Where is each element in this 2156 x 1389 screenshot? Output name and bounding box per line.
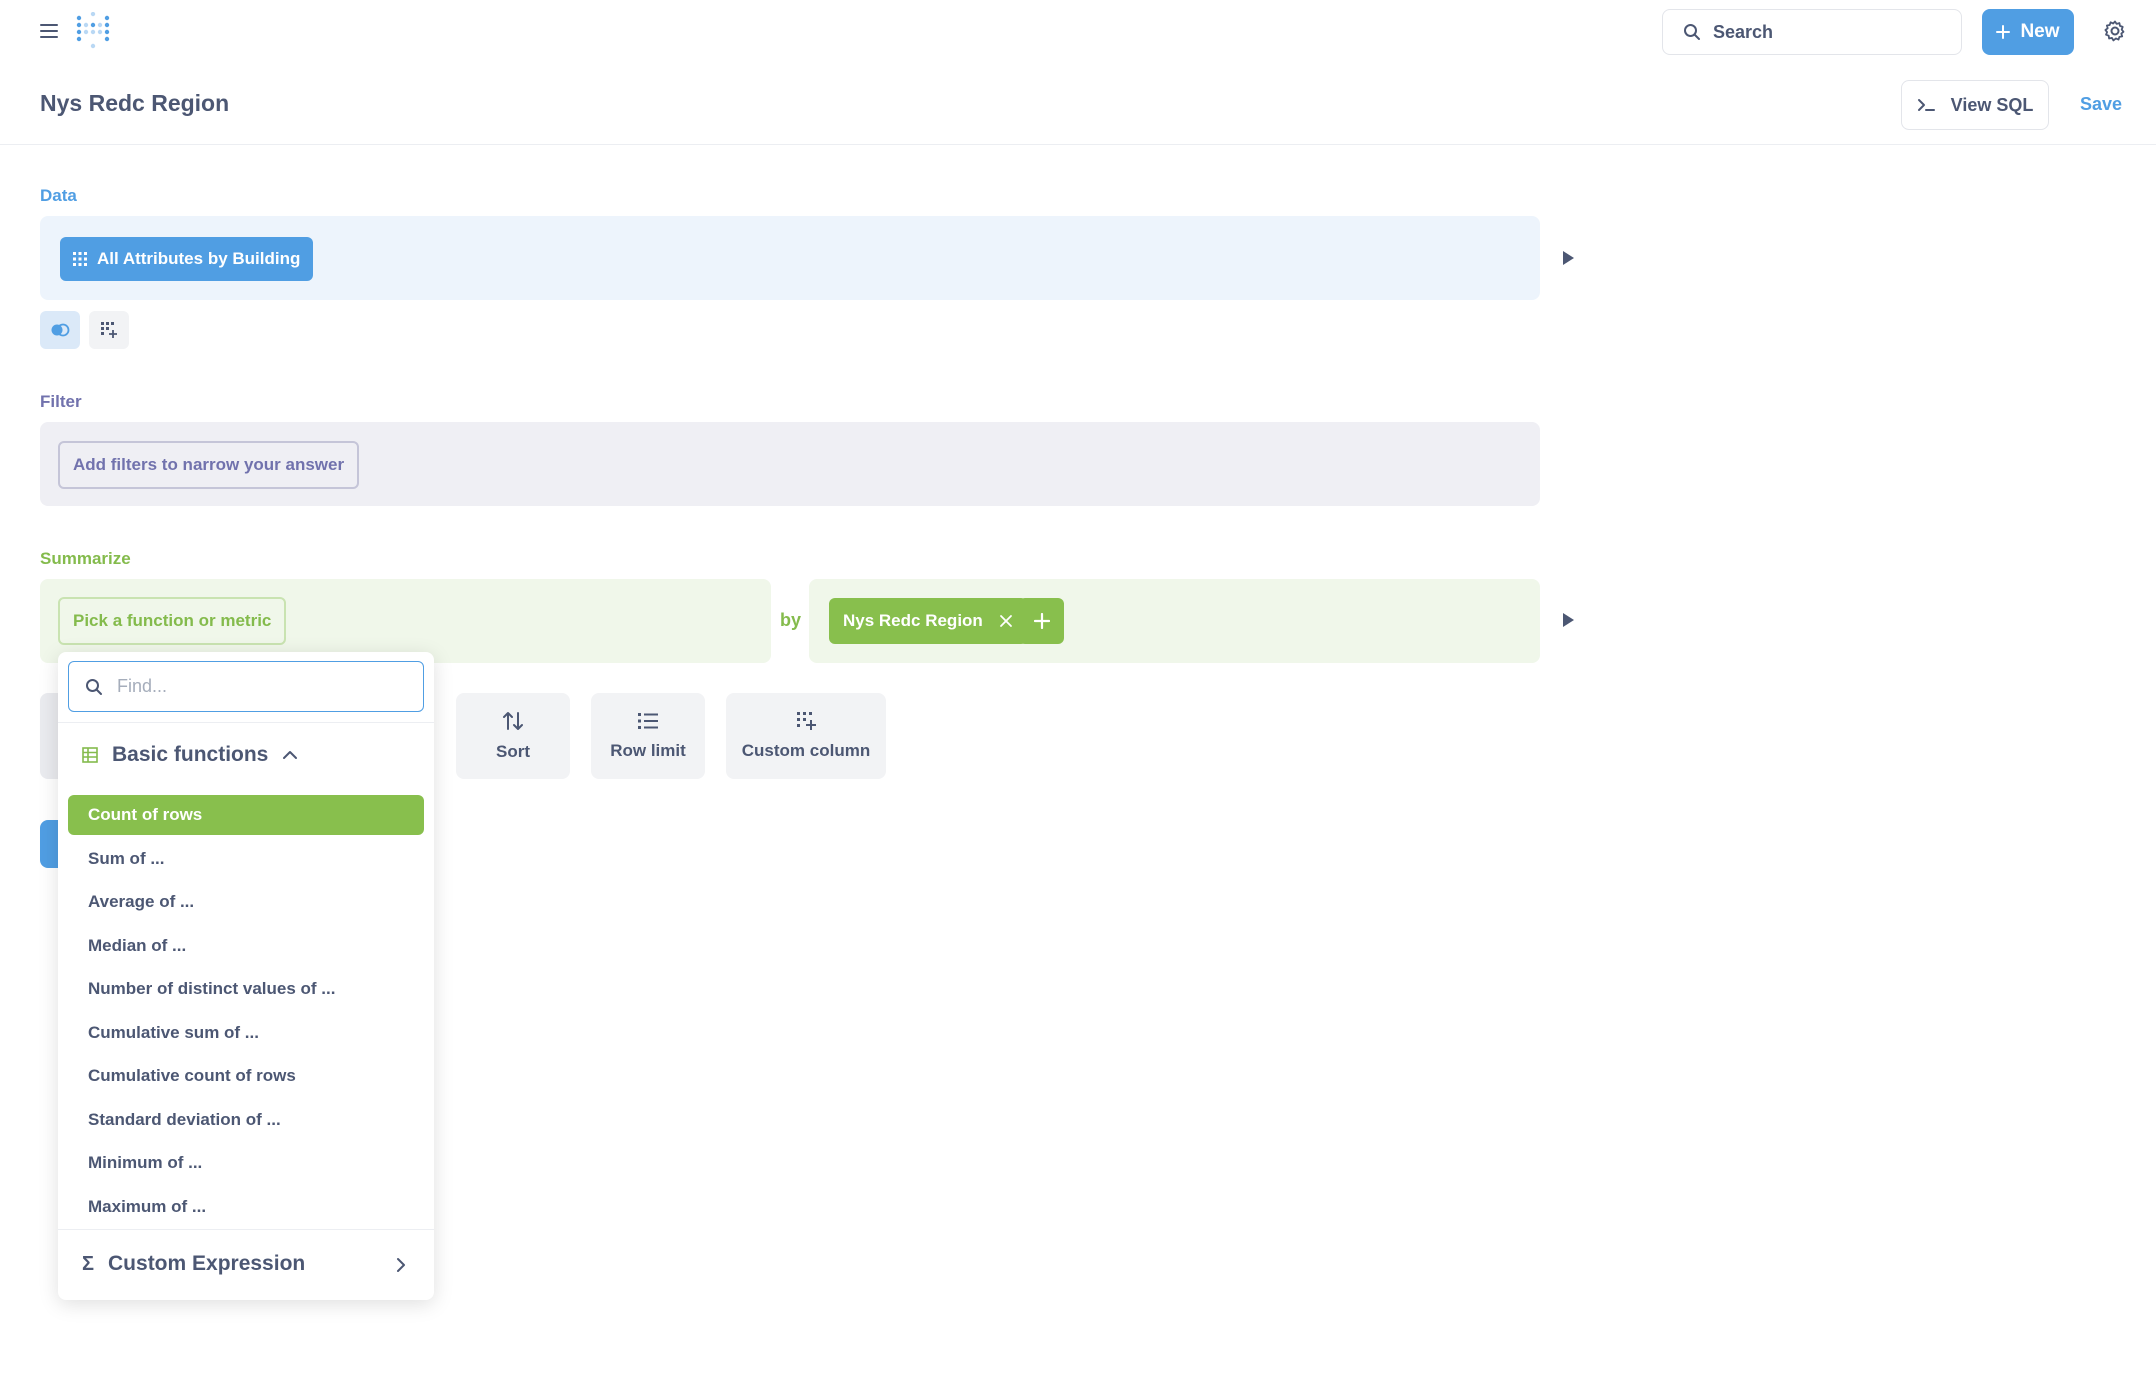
terminal-icon bbox=[1917, 99, 1935, 111]
search-bar[interactable]: Search bbox=[1662, 9, 1962, 55]
sigma-icon: Σ bbox=[82, 1252, 95, 1275]
find-placeholder: Find... bbox=[117, 676, 168, 696]
row-limit-button[interactable]: Row limit bbox=[591, 693, 705, 779]
function-item-median[interactable]: Median of ... bbox=[68, 926, 424, 966]
basic-functions-label: Basic functions bbox=[112, 743, 269, 766]
function-item-distinct[interactable]: Number of distinct values of ... bbox=[68, 969, 424, 1009]
hidden-step-button[interactable] bbox=[40, 693, 60, 779]
view-sql-label: View SQL bbox=[1950, 94, 2034, 115]
data-source-label: All Attributes by Building bbox=[97, 249, 301, 268]
save-button[interactable]: Save bbox=[2080, 94, 2122, 115]
table-icon bbox=[82, 747, 98, 763]
custom-column-label: Custom column bbox=[741, 741, 871, 760]
menu-icon[interactable] bbox=[40, 22, 58, 40]
add-column-icon bbox=[101, 322, 117, 338]
custom-column-small-button[interactable] bbox=[89, 311, 129, 349]
function-item-cumulative-sum[interactable]: Cumulative sum of ... bbox=[68, 1013, 424, 1053]
function-item-standard-deviation[interactable]: Standard deviation of ... bbox=[68, 1100, 424, 1140]
filter-section-label: Filter bbox=[40, 392, 82, 411]
logo-icon[interactable] bbox=[74, 12, 112, 50]
function-item-average[interactable]: Average of ... bbox=[68, 882, 424, 922]
popover-divider bbox=[58, 722, 434, 723]
popover-divider bbox=[58, 1229, 434, 1230]
add-filter-button[interactable]: Add filters to narrow your answer bbox=[58, 441, 360, 489]
preview-data-icon[interactable] bbox=[1563, 251, 1574, 265]
new-button-label: New bbox=[2020, 21, 2060, 42]
page-title: Nys Redc Region bbox=[40, 90, 230, 116]
join-icon bbox=[51, 323, 70, 337]
chevron-up-icon bbox=[283, 751, 298, 759]
header-divider bbox=[0, 144, 2156, 145]
plus-icon bbox=[1996, 25, 2011, 39]
gear-icon[interactable] bbox=[2103, 19, 2127, 43]
search-icon bbox=[86, 678, 102, 695]
grid-icon bbox=[73, 252, 87, 266]
data-source-pill[interactable]: All Attributes by Building bbox=[60, 237, 314, 281]
visualize-button[interactable] bbox=[40, 820, 60, 868]
function-item-count-of-rows[interactable]: Count of rows bbox=[68, 795, 424, 835]
add-column-icon bbox=[797, 712, 816, 730]
function-item-cumulative-count[interactable]: Cumulative count of rows bbox=[68, 1056, 424, 1096]
close-icon[interactable] bbox=[999, 614, 1013, 628]
add-breakout-button[interactable] bbox=[1019, 598, 1064, 644]
find-input[interactable]: Find... bbox=[68, 661, 424, 712]
row-limit-label: Row limit bbox=[610, 741, 686, 760]
chevron-right-icon[interactable] bbox=[396, 1257, 406, 1273]
data-section-label: Data bbox=[40, 186, 77, 205]
plus-icon bbox=[1033, 613, 1050, 629]
custom-expression-item[interactable]: Σ Custom Expression bbox=[82, 1252, 305, 1276]
join-button[interactable] bbox=[40, 311, 80, 349]
breakout-label: Nys Redc Region bbox=[843, 611, 983, 630]
custom-column-button[interactable]: Custom column bbox=[726, 693, 886, 779]
function-item-sum[interactable]: Sum of ... bbox=[68, 839, 424, 879]
list-icon bbox=[638, 713, 658, 729]
search-label: Search bbox=[1713, 21, 1774, 42]
summarize-section-label: Summarize bbox=[40, 549, 131, 568]
breakout-pill[interactable]: Nys Redc Region bbox=[829, 598, 1027, 644]
preview-summarize-icon[interactable] bbox=[1563, 613, 1574, 627]
pick-metric-button[interactable]: Pick a function or metric bbox=[58, 597, 287, 645]
function-item-maximum[interactable]: Maximum of ... bbox=[68, 1187, 424, 1227]
by-label: by bbox=[780, 610, 802, 630]
function-item-minimum[interactable]: Minimum of ... bbox=[68, 1143, 424, 1183]
sort-button[interactable]: Sort bbox=[456, 693, 570, 779]
custom-expression-label: Custom Expression bbox=[108, 1252, 306, 1275]
sort-icon bbox=[503, 712, 523, 730]
new-button[interactable]: New bbox=[1982, 9, 2074, 55]
view-sql-button[interactable]: View SQL bbox=[1901, 80, 2049, 130]
basic-functions-header[interactable]: Basic functions bbox=[82, 743, 298, 767]
search-icon bbox=[1684, 24, 1700, 40]
sort-label: Sort bbox=[496, 742, 530, 761]
